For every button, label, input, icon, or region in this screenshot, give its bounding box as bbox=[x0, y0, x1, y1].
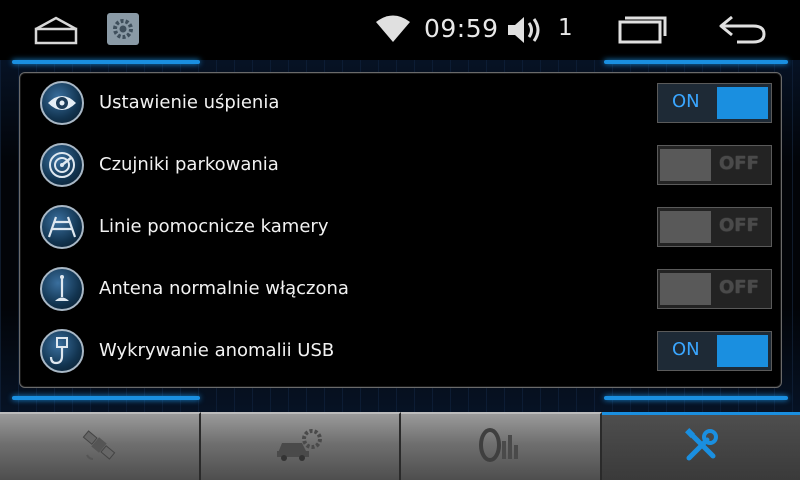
clock-time: 09:59 bbox=[424, 14, 499, 43]
sleep-toggle[interactable]: ON bbox=[657, 83, 772, 123]
car-settings-icon bbox=[274, 427, 326, 467]
wifi-icon bbox=[375, 15, 411, 43]
setting-label: Wykrywanie anomalii USB bbox=[99, 340, 335, 361]
setting-label: Ustawienie uśpienia bbox=[99, 92, 280, 113]
usb-detection-toggle[interactable]: ON bbox=[657, 331, 772, 371]
toggle-state: ON bbox=[672, 339, 700, 360]
parking-sensors-toggle[interactable]: OFF bbox=[657, 145, 772, 185]
accent-line-bottom-right bbox=[604, 396, 788, 400]
setting-label: Linie pomocnicze kamery bbox=[99, 216, 329, 237]
toggle-knob bbox=[717, 87, 768, 119]
back-icon[interactable] bbox=[716, 14, 768, 46]
tab-tools[interactable] bbox=[601, 412, 800, 480]
bottom-tab-bar bbox=[0, 412, 800, 480]
audio-settings-icon bbox=[478, 427, 522, 467]
eye-icon bbox=[40, 81, 84, 125]
toggle-state: OFF bbox=[719, 215, 759, 236]
tab-vehicle[interactable] bbox=[200, 412, 401, 480]
setting-row-parking-sensors[interactable]: Czujniki parkowania OFF bbox=[20, 135, 781, 197]
radar-icon bbox=[40, 143, 84, 187]
volume-icon[interactable] bbox=[506, 13, 546, 47]
accent-line-bottom-left bbox=[12, 396, 200, 400]
antenna-icon bbox=[40, 267, 84, 311]
antenna-toggle[interactable]: OFF bbox=[657, 269, 772, 309]
camera-lines-icon bbox=[40, 205, 84, 249]
accent-line-top-right bbox=[604, 60, 788, 64]
recent-apps-icon[interactable] bbox=[616, 14, 668, 46]
toggle-state: OFF bbox=[719, 153, 759, 174]
setting-row-antenna[interactable]: Antena normalnie włączona OFF bbox=[20, 259, 781, 321]
toggle-state: ON bbox=[672, 91, 700, 112]
toggle-knob bbox=[717, 335, 768, 367]
toggle-knob bbox=[660, 211, 711, 243]
usb-icon bbox=[40, 329, 84, 373]
volume-level: 1 bbox=[558, 15, 573, 41]
home-icon[interactable] bbox=[32, 14, 80, 46]
toggle-state: OFF bbox=[719, 277, 759, 298]
setting-label: Antena normalnie włączona bbox=[99, 278, 349, 299]
camera-lines-toggle[interactable]: OFF bbox=[657, 207, 772, 247]
tools-icon bbox=[681, 426, 721, 470]
status-bar: 09:59 1 bbox=[0, 0, 800, 60]
toggle-knob bbox=[660, 273, 711, 305]
toggle-knob bbox=[660, 149, 711, 181]
setting-label: Czujniki parkowania bbox=[99, 154, 279, 175]
tab-navigation[interactable] bbox=[0, 412, 201, 480]
accent-line-top-left bbox=[12, 60, 200, 64]
setting-row-camera-lines[interactable]: Linie pomocnicze kamery OFF bbox=[20, 197, 781, 259]
satellite-icon bbox=[79, 425, 119, 469]
settings-list: Ustawienie uśpienia ON Czujniki parkowan… bbox=[19, 72, 782, 388]
settings-app-icon[interactable] bbox=[107, 13, 139, 45]
setting-row-usb-detection[interactable]: Wykrywanie anomalii USB ON bbox=[20, 321, 781, 383]
setting-row-sleep[interactable]: Ustawienie uśpienia ON bbox=[20, 73, 781, 135]
tab-audio[interactable] bbox=[401, 412, 602, 480]
